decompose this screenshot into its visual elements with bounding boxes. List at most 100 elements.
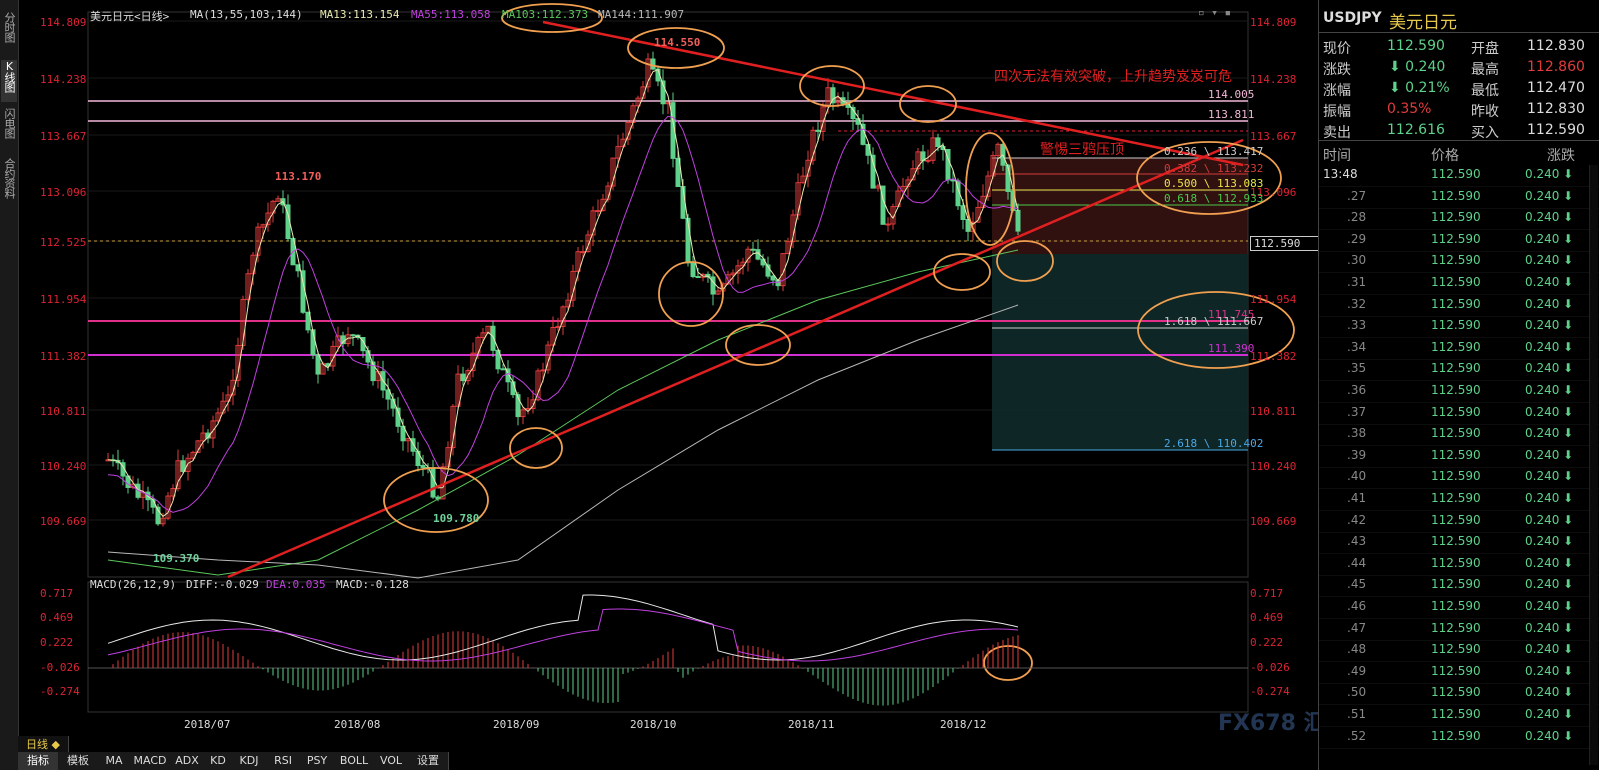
tick-row[interactable]: .39 112.590 0.240 ⬇ — [1319, 446, 1599, 468]
quote-value: 112.590 — [1527, 122, 1585, 138]
candle-body — [510, 381, 516, 396]
tick-scrollbar[interactable] — [1589, 165, 1598, 765]
tick-row[interactable]: .27 112.590 0.240 ⬇ — [1319, 187, 1599, 209]
tick-price: 112.590 — [1431, 167, 1481, 181]
tab-flash[interactable]: 闪电图 — [1, 108, 17, 150]
tick-row[interactable]: .30 112.590 0.240 ⬇ — [1319, 251, 1599, 274]
candle-body — [750, 248, 756, 251]
macd-axis-label: -0.274 — [1250, 685, 1290, 698]
tick-time: .52 — [1347, 728, 1367, 743]
tick-row[interactable]: .31 112.590 0.240 ⬇ — [1319, 273, 1599, 295]
annotation-text: 警惕三鸦压顶 — [1040, 142, 1124, 158]
tick-change: 0.240 ⬇ — [1525, 404, 1574, 419]
tab-timeshare[interactable]: 分时图 — [1, 12, 17, 54]
tick-row[interactable]: .42 112.590 0.240 ⬇ — [1319, 511, 1599, 533]
tick-time: .44 — [1347, 555, 1367, 570]
tab-vol[interactable]: VOL — [374, 752, 409, 770]
tab-kdj[interactable]: KDJ — [232, 752, 267, 770]
macd-pane-frame — [87, 581, 1249, 713]
tick-row[interactable]: .36 112.590 0.240 ⬇ — [1319, 381, 1599, 403]
tab-kd[interactable]: KD — [204, 752, 233, 770]
y-label-right: 110.240 — [1250, 460, 1297, 473]
window-controls-icon[interactable]: ▫ ▾ ▪ — [1198, 6, 1231, 19]
tick-change: 0.240 ⬇ — [1525, 253, 1574, 268]
tick-row[interactable]: .50 112.590 0.240 ⬇ — [1319, 683, 1599, 706]
tick-price: 112.590 — [1431, 512, 1481, 527]
tick-change: 0.240 ⬇ — [1525, 167, 1574, 181]
tick-row[interactable]: .45 112.590 0.240 ⬇ — [1319, 575, 1599, 598]
tick-row[interactable]: .44 112.590 0.240 ⬇ — [1319, 554, 1599, 576]
y-label-left: 110.811 — [40, 405, 87, 418]
tick-price: 112.590 — [1431, 599, 1481, 613]
tab-boll[interactable]: BOLL — [334, 752, 375, 770]
quote-value: 0.35% — [1387, 101, 1432, 117]
tab-template[interactable]: 模板 — [58, 752, 99, 770]
tick-row[interactable]: .49 112.590 0.240 ⬇ — [1319, 662, 1599, 684]
tick-row[interactable]: .46 112.590 0.240 ⬇ — [1319, 597, 1599, 619]
ma144-line — [107, 304, 1019, 579]
tick-row[interactable]: .35 112.590 0.240 ⬇ — [1319, 359, 1599, 382]
tick-row[interactable]: .43 112.590 0.240 ⬇ — [1319, 532, 1599, 555]
y-label-left: 109.669 — [40, 515, 87, 528]
tick-price: 112.590 — [1431, 361, 1481, 376]
tab-kline[interactable]: K线图 — [1, 60, 17, 102]
col-price: 价格 — [1431, 148, 1459, 164]
tick-row[interactable]: 13:48 112.590 0.240 ⬇ — [1319, 165, 1599, 187]
quote-value: ⬇ 0.21% — [1389, 80, 1450, 96]
fib-label: 2.618 \ 110.402 — [1164, 437, 1264, 450]
macd-macd-value: MACD:-0.128 — [336, 578, 409, 591]
tick-row[interactable]: .51 112.590 0.240 ⬇ — [1319, 705, 1599, 727]
tick-row[interactable]: .38 112.590 0.240 ⬇ — [1319, 424, 1599, 447]
tick-price: 112.590 — [1431, 426, 1481, 441]
tick-row[interactable]: .40 112.590 0.240 ⬇ — [1319, 467, 1599, 490]
tick-time: .51 — [1347, 707, 1367, 721]
x-axis-label: 2018/12 — [940, 718, 987, 731]
level-label: 114.005 — [1208, 88, 1255, 101]
tick-time: .36 — [1347, 383, 1367, 397]
tick-change: 0.240 ⬇ — [1525, 339, 1574, 354]
falling-trendline — [542, 20, 1244, 167]
candle-body — [540, 369, 546, 372]
quote-label: 买入 — [1471, 125, 1499, 141]
y-label-left: 113.667 — [40, 130, 87, 143]
tick-row[interactable]: .29 112.590 0.240 ⬇ — [1319, 230, 1599, 252]
tick-row[interactable]: .47 112.590 0.240 ⬇ — [1319, 619, 1599, 641]
x-axis-label: 2018/09 — [493, 718, 540, 731]
quote-value: 112.590 — [1387, 38, 1445, 54]
tab-indicators[interactable]: 指标 — [18, 752, 59, 770]
fib-label: 0.382 \ 113.232 — [1164, 162, 1264, 175]
level-label: 111.390 — [1208, 342, 1255, 355]
tab-adx[interactable]: ADX — [170, 752, 205, 770]
candle-body — [885, 223, 891, 226]
tick-row[interactable]: .48 112.590 0.240 ⬇ — [1319, 640, 1599, 663]
quote-row: 卖出 112.616 买入 112.590 — [1319, 120, 1599, 141]
tick-time: 13:48 — [1323, 167, 1358, 181]
candle-body — [580, 251, 586, 254]
tick-price: 112.590 — [1431, 383, 1481, 397]
tab-settings[interactable]: 设置 — [408, 752, 449, 770]
circle-support-sep — [509, 427, 563, 469]
tab-ma[interactable]: MA — [98, 752, 131, 770]
tick-change: 0.240 ⬇ — [1525, 426, 1574, 441]
tick-row[interactable]: .32 112.590 0.240 ⬇ — [1319, 295, 1599, 317]
tick-row[interactable]: .33 112.590 0.240 ⬇ — [1319, 316, 1599, 339]
tick-row[interactable]: .28 112.590 0.240 ⬇ — [1319, 208, 1599, 231]
tab-macd[interactable]: MACD — [130, 752, 171, 770]
candle-body — [935, 137, 941, 148]
quote-label: 卖出 — [1323, 125, 1351, 141]
quote-label: 昨收 — [1471, 104, 1499, 120]
circle-support-oct2 — [725, 324, 791, 366]
tick-row[interactable]: .37 112.590 0.240 ⬇ — [1319, 403, 1599, 425]
tick-price: 112.590 — [1431, 491, 1481, 505]
tick-price: 112.590 — [1431, 534, 1481, 549]
macd-dea-line — [107, 608, 1019, 662]
y-label-left: 112.525 — [40, 236, 87, 249]
tab-contract-info[interactable]: 合约资料 — [1, 158, 17, 218]
kline-chart-area[interactable]: 美元日元<日线> MA(13,55,103,144) MA13:113.154 … — [18, 0, 1370, 770]
tick-row[interactable]: .34 112.590 0.240 ⬇ — [1319, 338, 1599, 360]
tick-row[interactable]: .41 112.590 0.240 ⬇ — [1319, 489, 1599, 511]
tick-time: .38 — [1347, 426, 1367, 441]
tab-psy[interactable]: PSY — [300, 752, 335, 770]
tab-rsi[interactable]: RSI — [266, 752, 301, 770]
tick-row[interactable]: .52 112.590 0.240 ⬇ — [1319, 727, 1599, 749]
